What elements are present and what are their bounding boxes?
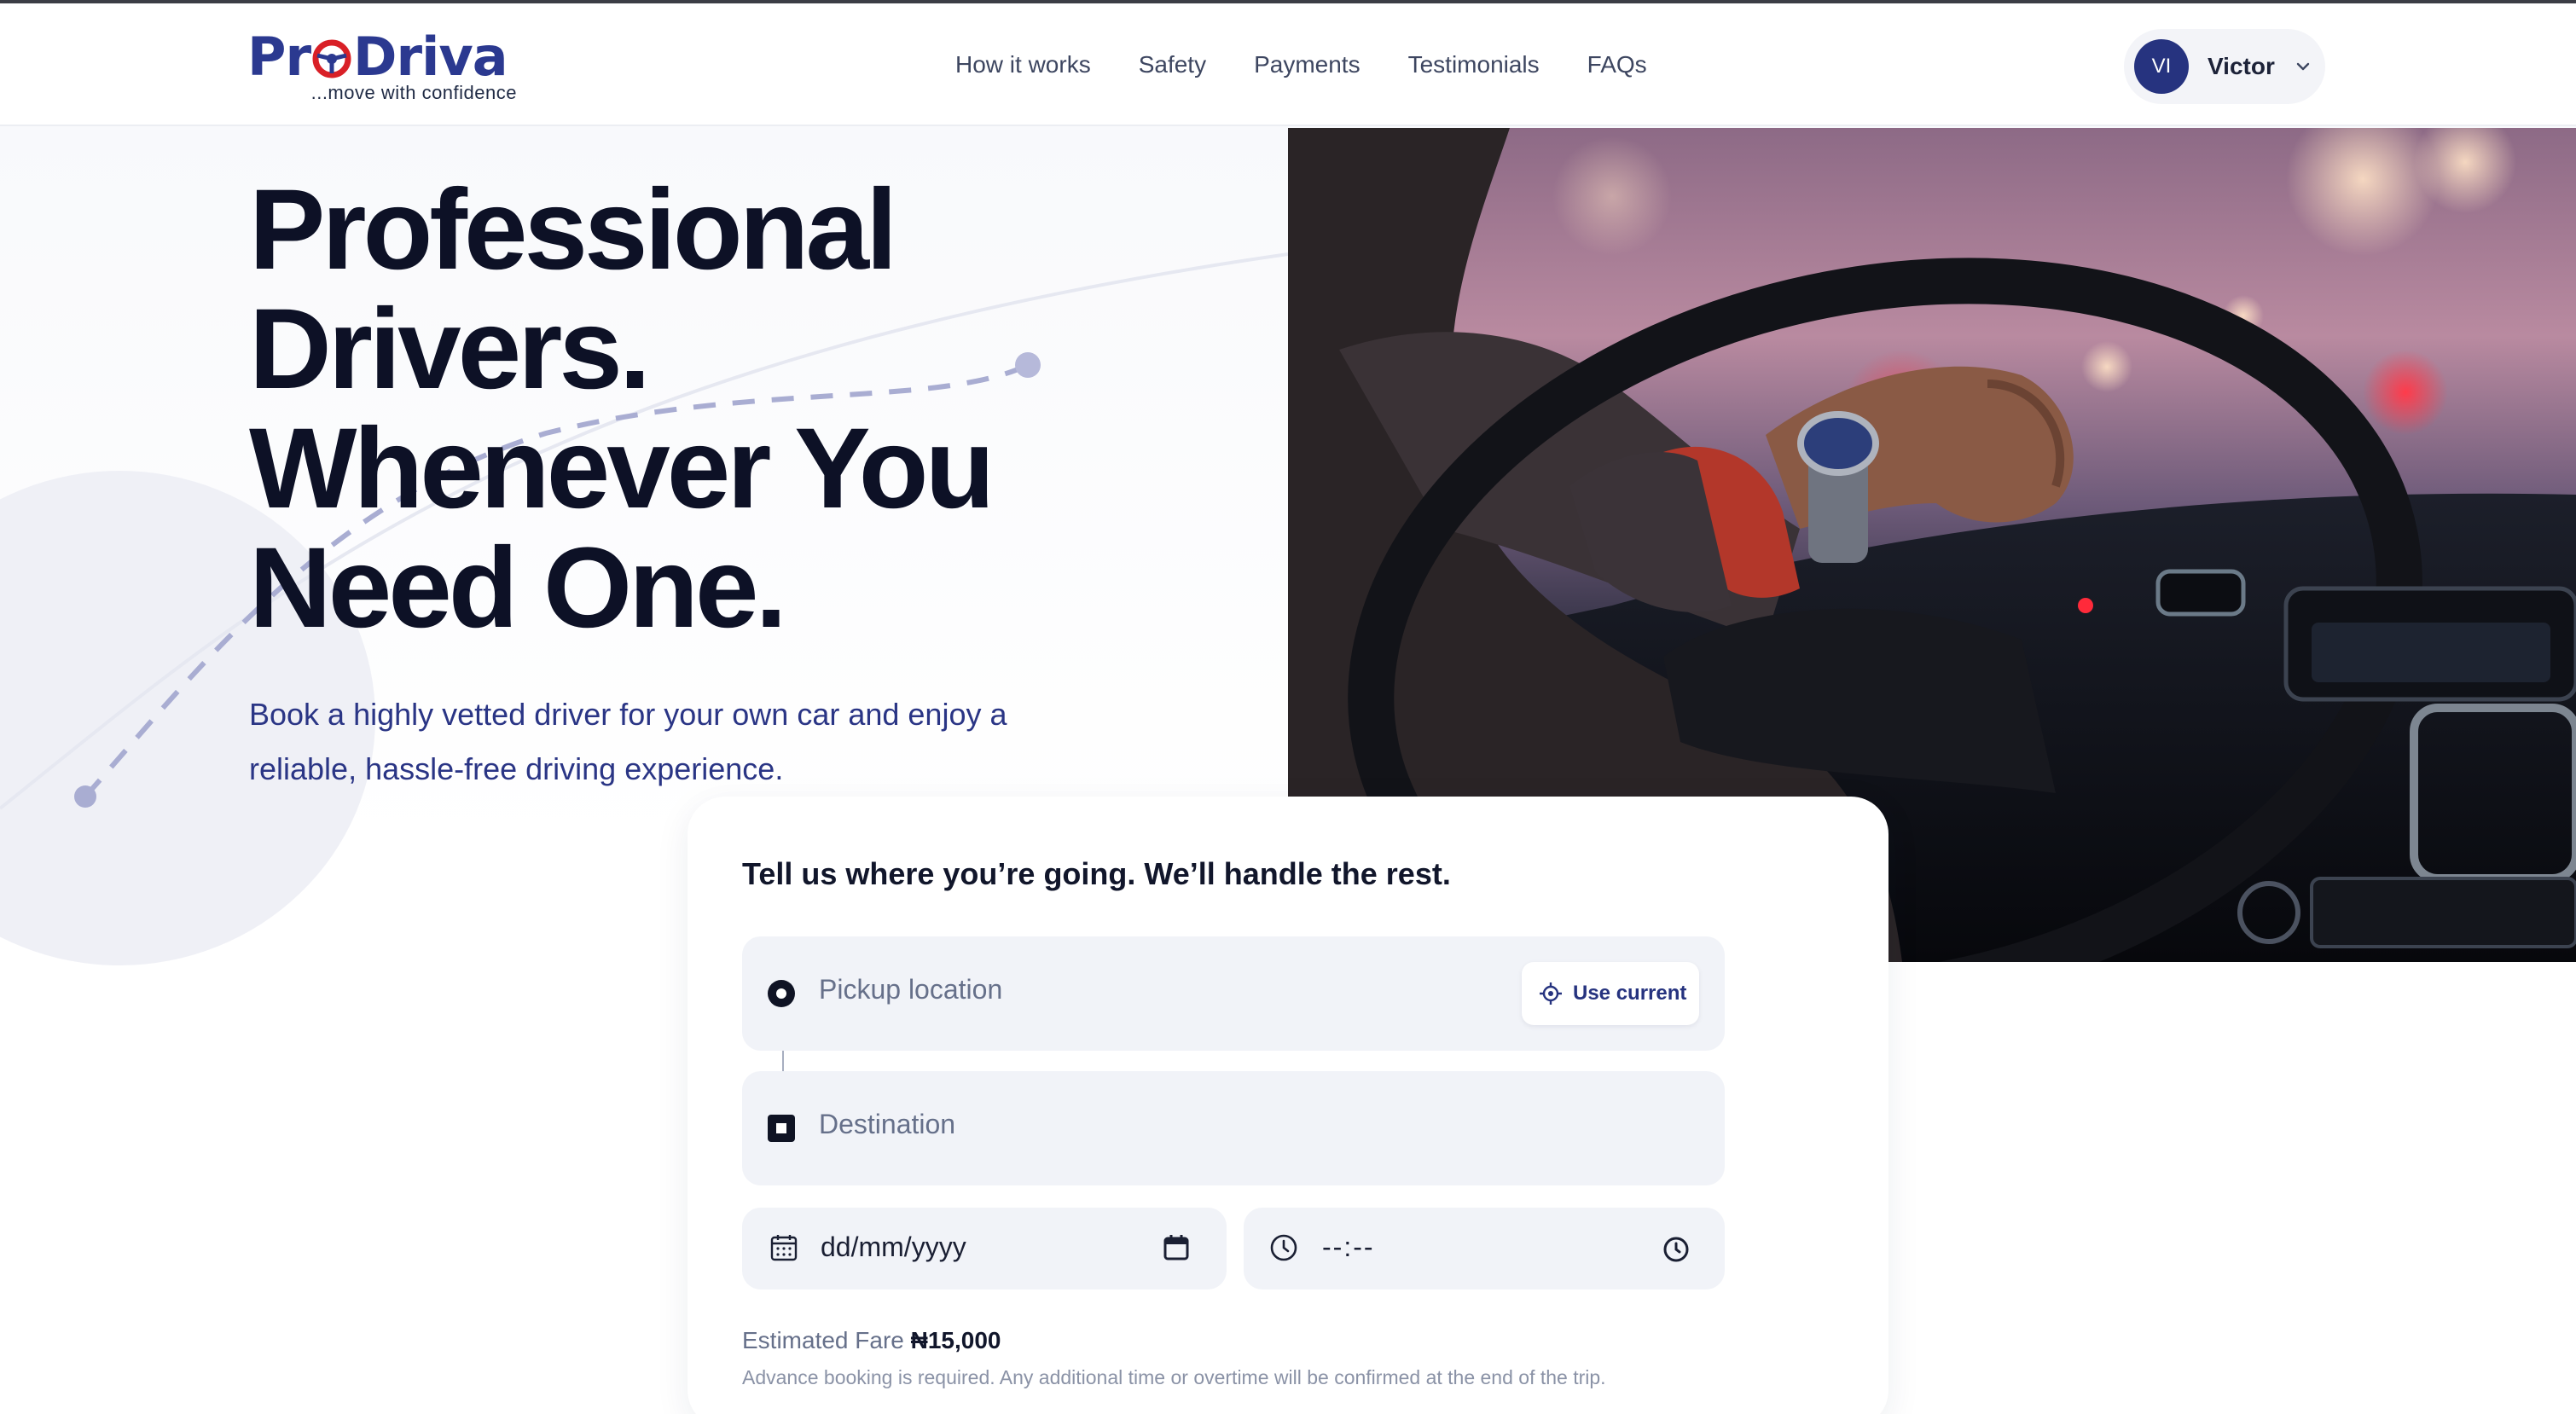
logo-tagline: ...move with confidence <box>310 82 517 103</box>
time-placeholder: --:-- <box>1322 1231 1375 1262</box>
nav-how-it-works[interactable]: How it works <box>955 46 1091 84</box>
main-nav: How it works Safety Payments Testimonial… <box>955 46 1647 84</box>
nav-payments[interactable]: Payments <box>1254 46 1361 84</box>
route-connector <box>782 1051 784 1071</box>
user-name: Victor <box>2208 53 2275 79</box>
pickup-placeholder: Pickup location <box>819 974 1003 1005</box>
use-current-label: Use current <box>1573 982 1687 1005</box>
booking-heading: Tell us where you’re going. We’ll handle… <box>742 856 1451 891</box>
nav-testimonials[interactable]: Testimonials <box>1408 46 1540 84</box>
steering-wheel-icon <box>312 31 351 78</box>
destination-placeholder: Destination <box>819 1109 956 1139</box>
logo-text-right: Driva <box>353 26 508 88</box>
page: Pr Driva ...move with confidence How it w… <box>0 0 2576 1414</box>
clock-outline-icon <box>1270 1234 1297 1261</box>
user-menu-button[interactable]: VI Victor <box>2124 29 2325 104</box>
destination-field[interactable]: Destination <box>742 1071 1725 1185</box>
time-field[interactable]: --:-- <box>1244 1208 1725 1289</box>
fare-label: Estimated Fare <box>742 1327 904 1353</box>
use-current-location-button[interactable]: Use current <box>1522 962 1699 1025</box>
fare-value: ₦15,000 <box>910 1327 1001 1353</box>
pickup-location-field[interactable]: Pickup location Use current <box>742 936 1725 1051</box>
crosshair-icon <box>1540 982 1562 1005</box>
nav-safety[interactable]: Safety <box>1139 46 1206 84</box>
square-stop-icon <box>768 1115 795 1142</box>
booking-note: Advance booking is required. Any additio… <box>742 1366 1606 1388</box>
avatar: VI <box>2134 39 2189 94</box>
estimated-fare: Estimated Fare ₦15,000 <box>742 1327 1001 1354</box>
hero-title-line: Drivers. <box>249 286 651 413</box>
nav-faqs[interactable]: FAQs <box>1587 46 1647 84</box>
hero-title-line: Professional <box>249 166 897 293</box>
booking-card: Tell us where you’re going. We’ll handle… <box>688 797 1888 1414</box>
date-field[interactable]: dd/mm/yyyy <box>742 1208 1227 1289</box>
hero-title: Professional Drivers. Whenever You Need … <box>249 171 1187 648</box>
logo-text-left: Pr <box>247 26 311 88</box>
chevron-down-icon <box>2296 62 2310 71</box>
hero-title-line: Need One. <box>249 524 787 652</box>
prodriva-logo[interactable]: Pr Driva ...move with confidence <box>247 27 529 104</box>
logo-wordmark: Pr Driva <box>247 27 508 87</box>
calendar-icon[interactable] <box>1162 1233 1191 1262</box>
clock-icon[interactable] <box>1662 1235 1691 1264</box>
radio-dot-icon <box>768 980 795 1007</box>
site-header: Pr Driva ...move with confidence How it w… <box>0 3 2576 126</box>
calendar-grid-icon <box>770 1235 798 1261</box>
hero-title-line: Whenever You <box>249 405 995 532</box>
hero-subtitle: Book a highly vetted driver for your own… <box>249 697 1007 786</box>
date-placeholder: dd/mm/yyyy <box>821 1231 966 1262</box>
